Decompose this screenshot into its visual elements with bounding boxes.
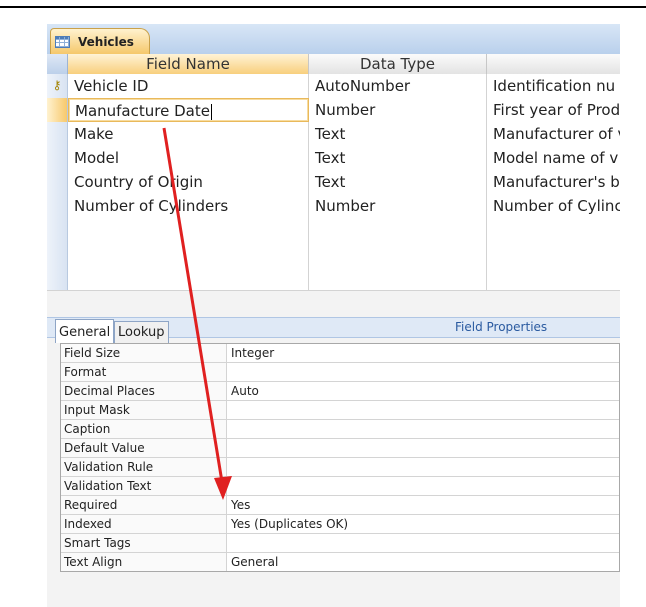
row-selector[interactable]: [47, 98, 68, 122]
description-cell[interactable]: Model name of v: [487, 146, 620, 170]
property-row: Caption: [61, 420, 619, 439]
tab-vehicles[interactable]: Vehicles: [50, 28, 150, 54]
property-value[interactable]: [227, 477, 619, 495]
property-name: Field Size: [61, 344, 227, 362]
table-row[interactable]: Manufacture Date Number First year of Prod: [47, 98, 620, 123]
property-row: Format: [61, 363, 619, 382]
data-type-cell[interactable]: Text: [309, 170, 487, 194]
property-name: Default Value: [61, 439, 227, 457]
primary-key-icon[interactable]: ⚷: [47, 74, 68, 98]
row-selector[interactable]: [47, 146, 68, 170]
grid-header: Field Name Data Type: [47, 54, 620, 75]
table-row[interactable]: [47, 266, 620, 291]
description-cell[interactable]: [487, 266, 620, 290]
description-cell[interactable]: [487, 218, 620, 242]
property-name: Validation Text: [61, 477, 227, 495]
data-type-cell[interactable]: Text: [309, 122, 487, 146]
property-row: Input Mask: [61, 401, 619, 420]
table-row[interactable]: Model Text Model name of v: [47, 146, 620, 171]
field-name-cell[interactable]: Make: [68, 122, 309, 146]
property-row: Field Size Integer: [61, 344, 619, 363]
field-properties-sheet: Field Size Integer Format Decimal Places Aut…: [60, 343, 620, 572]
header-description[interactable]: [487, 54, 620, 74]
document-tab-strip: Vehicles: [47, 24, 620, 55]
table-row[interactable]: [47, 242, 620, 267]
property-value[interactable]: [227, 401, 619, 419]
table-design-window: Vehicles Field Name Data Type ⚷ Vehicle I…: [47, 24, 620, 607]
data-type-cell[interactable]: [309, 218, 487, 242]
field-name-cell[interactable]: [68, 242, 309, 266]
field-name-cell[interactable]: Number of Cylinders: [68, 194, 309, 218]
property-row: Validation Rule: [61, 458, 619, 477]
property-row: Smart Tags: [61, 534, 619, 553]
property-value[interactable]: [227, 363, 619, 381]
property-name: Smart Tags: [61, 534, 227, 552]
table-row[interactable]: Number of Cylinders Number Number of Cylin…: [47, 194, 620, 219]
property-name: Validation Rule: [61, 458, 227, 476]
description-cell[interactable]: Manufacturer's b: [487, 170, 620, 194]
row-selector[interactable]: [47, 194, 68, 218]
data-type-cell[interactable]: AutoNumber: [309, 74, 487, 98]
row-selector[interactable]: [47, 218, 68, 242]
field-name-cell[interactable]: [68, 218, 309, 242]
row-selector[interactable]: [47, 122, 68, 146]
text-caret: [210, 103, 212, 120]
row-selector[interactable]: [47, 170, 68, 194]
description-cell[interactable]: Manufacturer of v: [487, 122, 620, 146]
property-row: Decimal Places Auto: [61, 382, 619, 401]
property-name: Decimal Places: [61, 382, 227, 400]
field-name-cell[interactable]: Manufacture Date: [68, 98, 309, 122]
top-rule: [0, 6, 646, 8]
header-field-name[interactable]: Field Name: [68, 54, 309, 74]
property-value[interactable]: [227, 420, 619, 438]
tab-lookup[interactable]: Lookup: [114, 321, 169, 343]
header-data-type[interactable]: Data Type: [309, 54, 487, 74]
description-cell[interactable]: Number of Cylinc: [487, 194, 620, 218]
property-value[interactable]: Yes: [227, 496, 619, 514]
data-type-cell[interactable]: [309, 242, 487, 266]
property-row: Required Yes: [61, 496, 619, 515]
data-type-cell[interactable]: Number: [309, 194, 487, 218]
property-name: Indexed: [61, 515, 227, 533]
field-properties-title: Field Properties: [455, 320, 548, 334]
description-cell[interactable]: [487, 242, 620, 266]
table-row[interactable]: Make Text Manufacturer of v: [47, 122, 620, 147]
property-value[interactable]: Integer: [227, 344, 619, 362]
property-row: Validation Text: [61, 477, 619, 496]
property-value[interactable]: Yes (Duplicates OK): [227, 515, 619, 533]
property-name: Format: [61, 363, 227, 381]
field-name-cell[interactable]: Country of Origin: [68, 170, 309, 194]
table-row[interactable]: ⚷ Vehicle ID AutoNumber Identification nu: [47, 74, 620, 99]
tab-general[interactable]: General: [55, 319, 115, 343]
property-value[interactable]: [227, 458, 619, 476]
property-value[interactable]: [227, 439, 619, 457]
tab-label: Vehicles: [78, 34, 134, 49]
table-icon: [55, 35, 70, 48]
row-selector[interactable]: [47, 242, 68, 266]
data-type-cell[interactable]: Number: [309, 98, 487, 122]
row-selector[interactable]: [47, 266, 68, 290]
description-cell[interactable]: First year of Prod: [487, 98, 620, 122]
property-name: Caption: [61, 420, 227, 438]
field-name-cell[interactable]: Model: [68, 146, 309, 170]
property-row: Text Align General: [61, 553, 619, 571]
property-value[interactable]: General: [227, 553, 619, 571]
table-row[interactable]: Country of Origin Text Manufacturer's b: [47, 170, 620, 195]
field-name-cell[interactable]: Vehicle ID: [68, 74, 309, 98]
select-all-corner[interactable]: [47, 54, 68, 74]
property-row: Indexed Yes (Duplicates OK): [61, 515, 619, 534]
property-value[interactable]: Auto: [227, 382, 619, 400]
property-row: Default Value: [61, 439, 619, 458]
data-type-cell[interactable]: [309, 266, 487, 290]
table-row[interactable]: [47, 218, 620, 243]
data-type-cell[interactable]: Text: [309, 146, 487, 170]
description-cell[interactable]: Identification nu: [487, 74, 620, 98]
property-name: Required: [61, 496, 227, 514]
field-name-cell[interactable]: [68, 266, 309, 290]
property-name: Text Align: [61, 553, 227, 571]
property-value[interactable]: [227, 534, 619, 552]
property-name: Input Mask: [61, 401, 227, 419]
